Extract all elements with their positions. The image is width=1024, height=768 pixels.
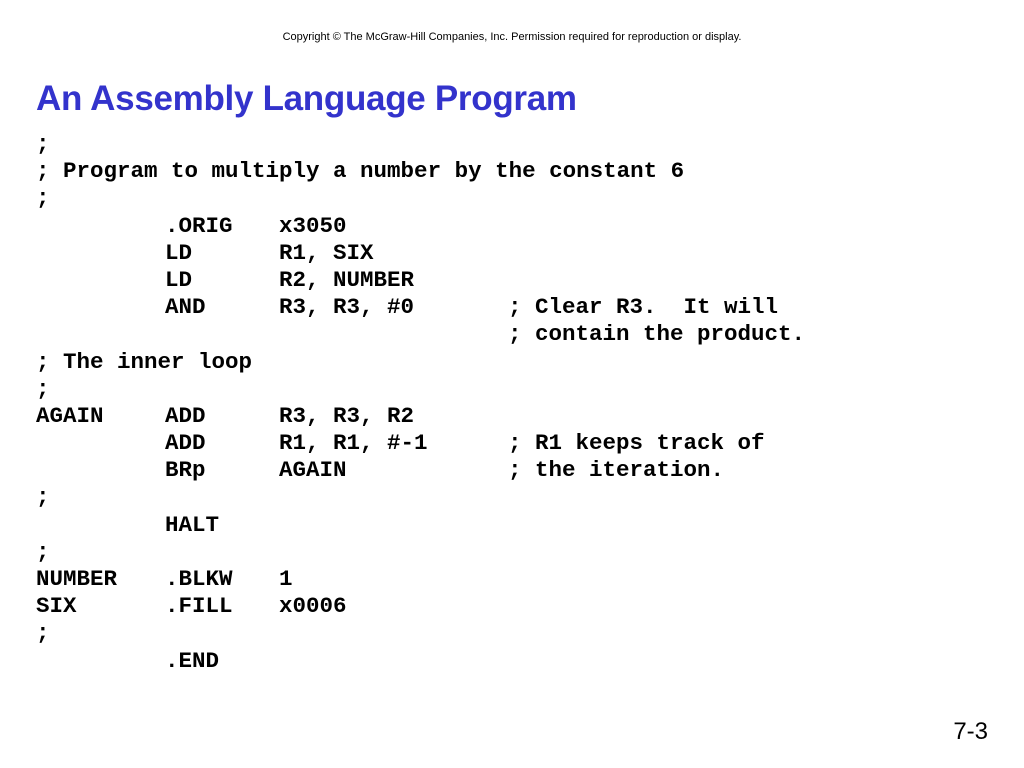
comment-line: ; The inner loop [36,348,253,375]
code-line: ; [36,376,117,403]
inline-comment: ; Clear R3. It will [508,294,779,321]
code-line: .END [36,648,219,675]
label: AGAIN [36,402,104,429]
comment-line: ; [36,484,50,511]
code-line: NUMBER .BLKW 1 [36,566,293,593]
code-line: AGAIN ADD R3, R3, R2 [36,402,414,430]
opcode: .END [165,647,220,674]
opcode: LD [165,266,193,293]
operands: R1, SIX [279,239,374,266]
code-line: ; contain the product. [36,321,805,348]
slide-number: 7-3 [953,718,988,745]
code-line: BRp AGAIN ; the iteration. [36,457,724,484]
inline-comment: ; contain the product. [508,321,806,348]
code-line: HALT [36,512,219,539]
operands: R1, R1, #-1 [279,430,428,457]
opcode: ADD [165,430,206,457]
inline-comment: ; R1 keeps track of [508,430,765,457]
code-line: ; Program to multiply a number by the co… [36,158,684,185]
inline-comment: ; the iteration. [508,457,725,484]
operands: R3, R3, R2 [279,402,415,429]
comment-line: ; [36,620,50,647]
opcode: .BLKW [165,566,233,592]
code-line: LD R2, NUMBER [36,267,414,294]
operands: 1 [279,566,293,592]
code-line: ; [36,185,117,212]
operands: R2, NUMBER [279,266,415,293]
code-line: ; [36,620,117,647]
code-line: ADD R1, R1, #-1 ; R1 keeps track of [36,430,765,457]
code-line: ; [36,131,117,158]
code-line: ; [36,539,117,566]
comment-line: ; [36,375,50,402]
opcode: LD [165,239,193,266]
opcode: BRp [165,457,206,484]
copyright-notice: Copyright © The McGraw-Hill Companies, I… [282,31,742,43]
opcode: HALT [165,511,220,538]
slide-title: An Assembly Language Program [36,79,577,118]
operands: x3050 [279,212,347,239]
code-line: ; The inner loop [36,349,252,376]
comment-line: ; [36,538,50,565]
comment-line: ; [36,185,50,212]
opcode: ADD [165,402,206,429]
code-line: ; [36,484,117,511]
code-line: SIX .FILL x0006 [36,593,347,620]
label: SIX [36,593,77,620]
operands: AGAIN [279,457,347,484]
operands: R3, R3, #0 [279,294,415,321]
comment-line: ; [36,131,50,157]
opcode: .ORIG [165,212,233,239]
comment-line: ; Program to multiply a number by the co… [36,158,685,185]
code-line: .ORIG x3050 [36,213,347,240]
opcode: AND [165,294,206,321]
assembly-code-listing: ; ; Program to multiply a number by the … [36,131,805,675]
opcode: .FILL [165,593,233,620]
operands: x0006 [279,593,347,620]
code-line: AND R3, R3, #0 ; Clear R3. It will [36,294,778,321]
label: NUMBER [36,566,118,592]
code-line: LD R1, SIX [36,240,374,267]
